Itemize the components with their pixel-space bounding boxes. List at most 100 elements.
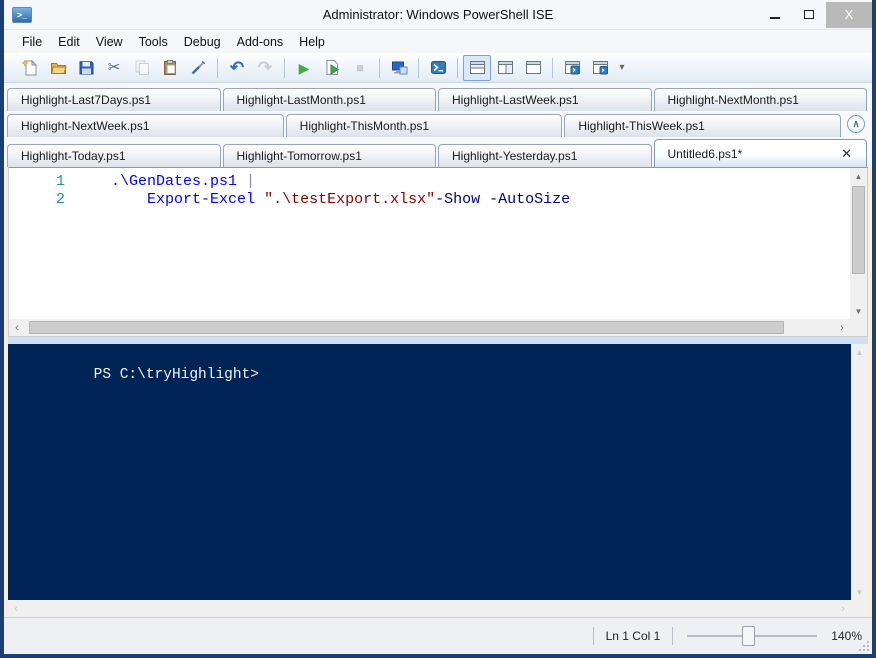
tab-highlight-yesterday-ps1[interactable]: Highlight-Yesterday.ps1 (438, 144, 652, 167)
show-script-pane-top-icon[interactable] (463, 54, 491, 81)
tab-highlight-last7days-ps1[interactable]: Highlight-Last7Days.ps1 (7, 88, 221, 111)
close-button[interactable]: X (826, 1, 872, 28)
console-scroll-right-icon[interactable]: › (835, 603, 851, 615)
tab-label: Untitled6.ps1* (667, 146, 743, 161)
scroll-right-arrow-icon[interactable]: › (834, 322, 850, 334)
menu-file[interactable]: File (14, 32, 50, 52)
tab-row: Highlight-NextWeek.ps1 Highlight-ThisMont… (7, 111, 869, 137)
status-bar: Ln 1 Col 1 140% (4, 617, 872, 654)
tab-highlight-nextmonth-ps1[interactable]: Highlight-NextMonth.ps1 (653, 88, 867, 111)
save-script-icon[interactable] (72, 55, 100, 81)
menu-tools[interactable]: Tools (131, 32, 176, 52)
tab-label: Highlight-Today.ps1 (21, 149, 126, 163)
panes-frame: 1 .\GenDates.ps1 | 2 Export-Excel ".\testE… (4, 167, 872, 617)
tab-close-icon[interactable]: ✕ (835, 146, 858, 162)
console-horizontal-scrollbar[interactable]: ‹ › (8, 600, 851, 617)
script-pane: 1 .\GenDates.ps1 | 2 Export-Excel ".\testE… (8, 167, 868, 337)
menu-bar: File Edit View Tools Debug Add-ons Help (4, 30, 872, 53)
run-script-icon[interactable]: ▶ (290, 55, 318, 81)
code-text: Export-Excel ".\testExport.xlsx"-Show -A… (111, 191, 570, 209)
minimize-button[interactable] (758, 4, 792, 26)
toolbar: ✂ ↶ ↷ ▶ ■ ▾ (4, 53, 872, 83)
tab-label: Highlight-NextWeek.ps1 (21, 119, 150, 133)
tab-label: Highlight-ThisWeek.ps1 (578, 119, 705, 133)
console-pane-wrap: PS C:\tryHighlight> ▲ ▼ ‹ › (8, 344, 868, 617)
tab-highlight-thisweek-ps1[interactable]: Highlight-ThisWeek.ps1 (564, 114, 842, 137)
menu-edit[interactable]: Edit (50, 32, 88, 52)
tab-label: Highlight-ThisMonth.ps1 (299, 119, 430, 133)
editor-vertical-scrollbar[interactable]: ▲ ▼ (850, 168, 867, 319)
powershell-tab-window-icon[interactable] (586, 55, 614, 81)
undo-icon[interactable]: ↶ (223, 55, 251, 81)
script-editor[interactable]: 1 .\GenDates.ps1 | 2 Export-Excel ".\testE… (9, 168, 850, 319)
editor-hscroll-thumb[interactable] (29, 321, 784, 334)
line-number: 2 (55, 191, 65, 208)
open-script-icon[interactable] (44, 55, 72, 81)
start-powershell-exe-icon[interactable] (424, 55, 452, 81)
resize-grip-icon[interactable] (867, 649, 869, 651)
title-bar: >_ Administrator: Windows PowerShell ISE… (4, 0, 872, 30)
new-script-icon[interactable] (16, 55, 44, 81)
powershell-ise-window: >_ Administrator: Windows PowerShell ISE… (0, 0, 876, 658)
code-text: .\GenDates.ps1 | (111, 173, 255, 191)
tab-label: Highlight-Yesterday.ps1 (452, 149, 578, 163)
toolbar-separator (457, 57, 458, 78)
redo-icon: ↷ (257, 58, 273, 77)
code-token-operator: | (246, 173, 256, 190)
console-pane[interactable]: PS C:\tryHighlight> (8, 344, 851, 600)
show-script-pane-maximized-icon[interactable] (519, 55, 547, 81)
code-token-parameter: -Show (435, 191, 481, 208)
editor-horizontal-scrollbar[interactable]: ‹ › (9, 319, 850, 336)
zoom-slider-thumb[interactable] (741, 626, 755, 646)
menu-debug[interactable]: Debug (176, 32, 229, 52)
maximize-button[interactable] (792, 4, 826, 26)
line-number: 1 (55, 173, 65, 190)
tab-highlight-tomorrow-ps1[interactable]: Highlight-Tomorrow.ps1 (222, 144, 436, 167)
menu-view[interactable]: View (88, 32, 131, 52)
run-selection-icon[interactable] (318, 55, 346, 81)
tab-highlight-lastmonth-ps1[interactable]: Highlight-LastMonth.ps1 (222, 88, 436, 111)
clear-console-pane-icon[interactable] (184, 55, 212, 81)
new-powershell-tab-icon[interactable] (558, 55, 586, 81)
tab-untitled6-ps1-[interactable]: Untitled6.ps1* ✕ (653, 139, 867, 167)
editor-scroll-corner (850, 319, 867, 336)
code-token-command: Export-Excel (147, 191, 256, 208)
show-script-pane-right-icon[interactable] (491, 55, 519, 81)
statusbar-separator (672, 627, 674, 645)
console-scroll-up-icon[interactable]: ▲ (851, 344, 868, 360)
tab-highlight-today-ps1[interactable]: Highlight-Today.ps1 (7, 144, 221, 167)
console-scroll-down-icon[interactable]: ▼ (851, 584, 868, 600)
paste-icon[interactable] (156, 55, 184, 81)
code-token-string: ".\testExport.xlsx" (264, 191, 436, 208)
menu-add-ons[interactable]: Add-ons (229, 32, 292, 52)
pane-splitter[interactable] (8, 337, 868, 344)
toolbar-overflow-icon[interactable]: ▾ (614, 55, 630, 81)
code-token-parameter: -AutoSize (489, 191, 571, 208)
console-scroll-left-icon[interactable]: ‹ (8, 603, 24, 615)
new-remote-powershell-tab-icon[interactable] (385, 55, 413, 81)
console-vertical-scrollbar[interactable]: ▲ ▼ (851, 344, 868, 600)
tab-highlight-lastweek-ps1[interactable]: Highlight-LastWeek.ps1 (438, 88, 652, 111)
scroll-left-arrow-icon[interactable]: ‹ (9, 322, 25, 334)
scroll-down-arrow-icon[interactable]: ▼ (850, 303, 867, 319)
stop-operation-icon: ■ (356, 60, 364, 75)
tab-label: Highlight-LastMonth.ps1 (236, 93, 366, 107)
zoom-slider[interactable] (687, 626, 818, 646)
scroll-up-arrow-icon[interactable]: ▲ (850, 168, 867, 184)
code-line: 1 .\GenDates.ps1 | (9, 173, 850, 191)
tab-label: Highlight-Last7Days.ps1 (21, 93, 152, 107)
menu-help[interactable]: Help (291, 32, 333, 52)
cut-icon[interactable]: ✂ (100, 55, 128, 81)
console-scroll-corner (851, 600, 868, 617)
code-token-command: .\GenDates.ps1 (111, 173, 238, 190)
tab-scroll-up-button[interactable]: ∧ (847, 115, 866, 133)
toolbar-separator (552, 57, 553, 78)
toolbar-separator (418, 57, 419, 78)
tab-highlight-nextweek-ps1[interactable]: Highlight-NextWeek.ps1 (7, 114, 284, 137)
tab-highlight-thismonth-ps1[interactable]: Highlight-ThisMonth.ps1 (285, 114, 563, 137)
window-title: Administrator: Windows PowerShell ISE (322, 7, 554, 22)
editor-vscroll-thumb[interactable] (852, 186, 865, 274)
